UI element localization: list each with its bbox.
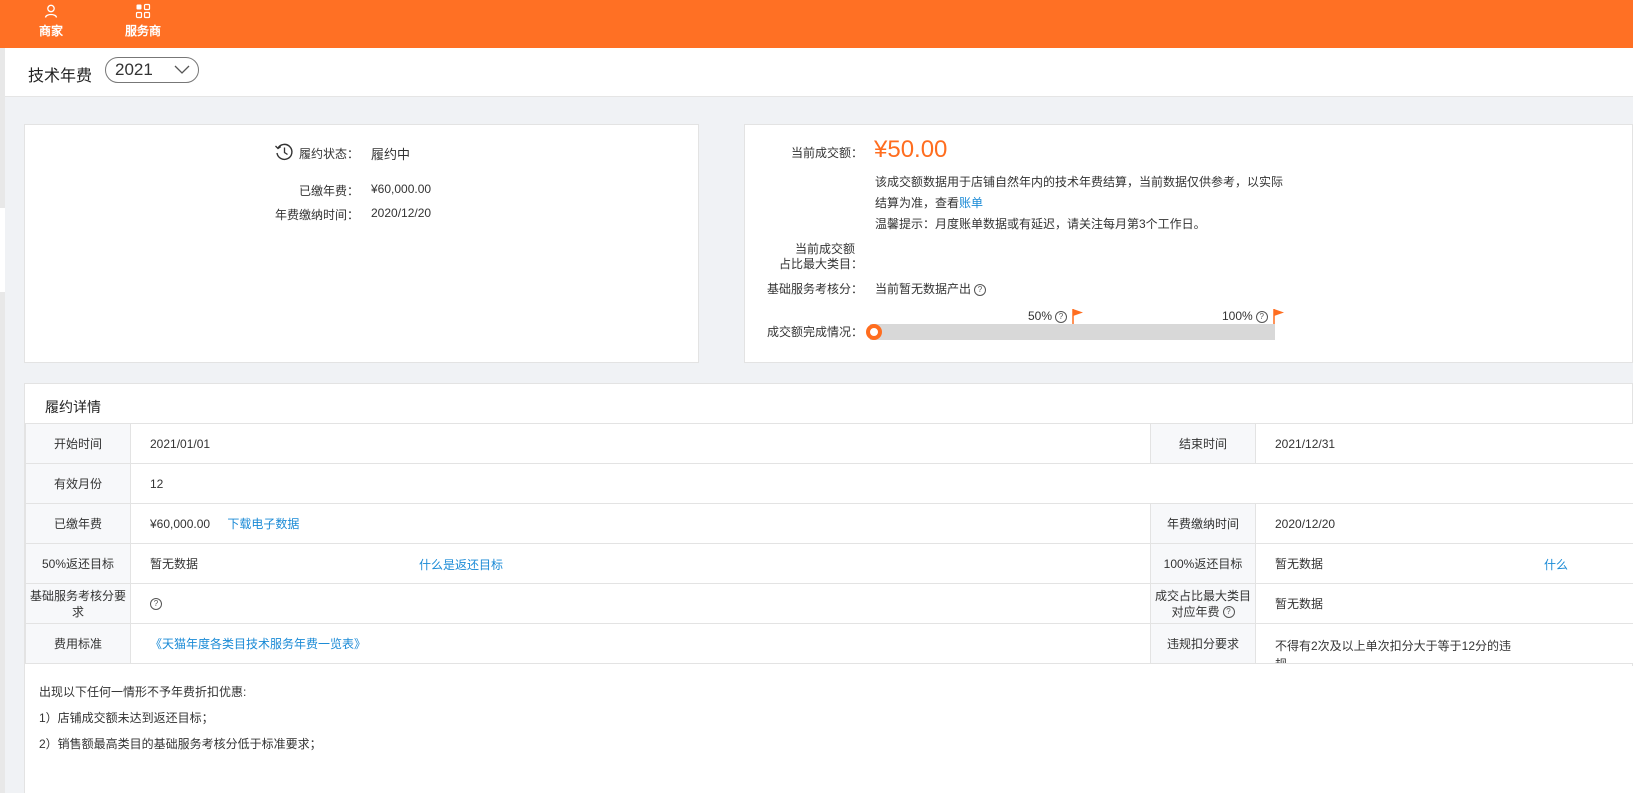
help-question-icon[interactable]: ? — [974, 283, 987, 296]
start-time-value: 2021/01/01 — [130, 423, 1151, 464]
paid-fee-row-label: 已缴年费 — [25, 503, 131, 544]
pay-time-value: 2020/12/20 — [371, 206, 432, 220]
help-question-icon[interactable]: ? — [150, 598, 162, 611]
violation-label: 违规扣分要求 — [1150, 623, 1256, 664]
max-category-fee-value: 暂无数据 — [1255, 583, 1633, 624]
what-is-target-link[interactable]: 什么是返还目标 — [419, 556, 503, 573]
paid-fee-label: 已缴年费： — [298, 184, 359, 198]
pay-time-row-label: 年费缴纳时间 — [1150, 503, 1256, 544]
valid-months-label: 有效月份 — [25, 463, 131, 504]
paid-fee-row-cell: ¥60,000.00 下载电子数据 — [130, 503, 1151, 544]
service-score-value: 当前暂无数据产出? — [875, 280, 987, 297]
milestone-100-label: 100% — [1222, 309, 1253, 323]
target-50-label: 50%返还目标 — [25, 543, 131, 584]
end-time-label: 结束时间 — [1150, 423, 1256, 464]
contract-status-card — [24, 124, 699, 363]
notes-item-1: 1）店铺成交额未达到返还目标； — [39, 711, 214, 725]
paid-fee-row-value: ¥60,000.00 — [150, 517, 211, 531]
target-100-label: 100%返还目标 — [1150, 543, 1256, 584]
score-requirement-label-line2: 求 — [71, 604, 84, 619]
current-sales-label: 当前成交额： — [790, 146, 863, 160]
chevron-down-icon — [174, 65, 190, 74]
page-title: 技术年费 — [28, 68, 93, 85]
milestone-50-label: 50% — [1028, 309, 1053, 323]
year-select[interactable]: 2021 — [105, 57, 199, 83]
end-time-value: 2021/12/31 — [1255, 423, 1633, 464]
score-requirement-label-line1: 基础服务考核分要 — [29, 588, 126, 603]
status-value: 履约中 — [371, 147, 411, 162]
current-sales-value: ¥50.00 — [874, 136, 948, 163]
history-clock-icon — [275, 143, 293, 161]
status-label: 履约状态： — [298, 147, 359, 161]
milestone-50-help-icon[interactable]: ? — [1055, 310, 1068, 323]
sales-progress-bar — [870, 324, 1275, 340]
milestone-50: 50%? — [1028, 309, 1068, 323]
nav-label-service-provider: 服务商 — [124, 24, 161, 38]
monthly-delay-tip: 温馨提示：月度账单数据或有延迟，请关注每月第3个工作日。 — [875, 217, 1206, 231]
top-nav-bar: 商家 服务商 — [0, 0, 1633, 48]
score-requirement-value: ? — [130, 583, 1151, 624]
page-header: 技术年费 2021 — [5, 48, 1633, 97]
target-100-cell: 暂无数据 什么 — [1255, 543, 1633, 584]
max-category-fee-label-line1: 成交占比最大类目 — [1154, 588, 1251, 603]
table-row: 有效月份 12 — [25, 463, 1633, 504]
table-row: 50%返还目标 暂无数据 什么是返还目标 100%返还目标 暂无数据 什么 — [25, 543, 1633, 584]
sales-description-text: 结算为准，查看 — [875, 196, 960, 210]
violation-value: 不得有2次及以上单次扣分大于等于12分的违 规 — [1255, 623, 1633, 664]
download-data-link[interactable]: 下载电子数据 — [227, 517, 299, 531]
fee-standard-cell: 《天猫年度各类目技术服务年费一览表》 — [130, 623, 1151, 664]
details-table: 开始时间 2021/01/01 结束时间 2021/12/31 有效月份 12 … — [25, 423, 1633, 664]
flag-icon — [1072, 309, 1083, 324]
valid-months-value: 12 — [130, 463, 1633, 504]
nav-item-service-provider[interactable]: 服务商 — [112, 0, 174, 48]
paid-fee-value: ¥60,000.00 — [371, 182, 432, 196]
what-is-target-link-2[interactable]: 什么 — [1544, 556, 1568, 573]
score-requirement-label: 基础服务考核分要求 — [25, 583, 131, 624]
target-50-value: 暂无数据 — [150, 557, 199, 571]
pay-time-row-value: 2020/12/20 — [1255, 503, 1633, 544]
discount-notes: 出现以下任何一情形不予年费折扣优惠: 1）店铺成交额未达到返还目标； 2）销售额… — [25, 666, 1633, 793]
milestone-100: 100%? — [1222, 309, 1268, 323]
milestone-100-help-icon[interactable]: ? — [1255, 310, 1268, 323]
help-question-icon[interactable]: ? — [1222, 606, 1235, 619]
user-icon — [44, 4, 58, 18]
left-edge-strip — [0, 48, 5, 793]
completion-label: 成交额完成情况： — [766, 325, 863, 339]
apps-grid-icon — [135, 3, 151, 19]
notes-intro: 出现以下任何一情形不予年费折扣优惠: — [39, 685, 247, 699]
max-category-fee-label: 成交占比最大类目 对应年费? — [1150, 583, 1256, 624]
sales-description-line2: 结算为准，查看账单 — [875, 194, 983, 211]
details-section-title: 履约详情 — [45, 399, 101, 415]
max-category-fee-label-line2: 对应年费 — [1171, 604, 1220, 619]
bill-link[interactable]: 账单 — [959, 196, 983, 210]
fee-standard-link[interactable]: 《天猫年度各类目技术服务年费一览表》 — [150, 637, 366, 651]
violation-value-line2: 规 — [1275, 657, 1287, 663]
table-row: 基础服务考核分要求 ? 成交占比最大类目 对应年费? 暂无数据 — [25, 583, 1633, 624]
nav-label-merchant: 商家 — [38, 24, 63, 38]
table-row: 开始时间 2021/01/01 结束时间 2021/12/31 — [25, 423, 1633, 464]
progress-knob — [866, 324, 882, 340]
notes-item-2: 2）销售额最高类目的基础服务考核分低于标准要求； — [39, 737, 322, 751]
service-score-label: 基础服务考核分： — [766, 282, 863, 296]
table-row: 费用标准 《天猫年度各类目技术服务年费一览表》 违规扣分要求 不得有2次及以上单… — [25, 623, 1633, 664]
sales-description-line1: 该成交额数据用于店铺自然年内的技术年费结算，当前数据仅供参考，以实际 — [875, 175, 1284, 189]
violation-value-line1: 不得有2次及以上单次扣分大于等于12分的违 — [1275, 639, 1512, 653]
nav-item-merchant[interactable]: 商家 — [20, 0, 82, 48]
fee-standard-label: 费用标准 — [25, 623, 131, 664]
table-row: 已缴年费 ¥60,000.00 下载电子数据 年费缴纳时间 2020/12/20 — [25, 503, 1633, 544]
flag-icon — [1273, 309, 1284, 324]
start-time-label: 开始时间 — [25, 423, 131, 464]
service-score-text: 当前暂无数据产出 — [875, 282, 972, 296]
year-select-value: 2021 — [115, 60, 153, 79]
max-category-label-line2: 占比最大类目： — [778, 257, 863, 271]
target-100-value: 暂无数据 — [1275, 557, 1324, 571]
target-50-cell: 暂无数据 什么是返还目标 — [130, 543, 1151, 584]
pay-time-label: 年费缴纳时间： — [274, 208, 359, 222]
